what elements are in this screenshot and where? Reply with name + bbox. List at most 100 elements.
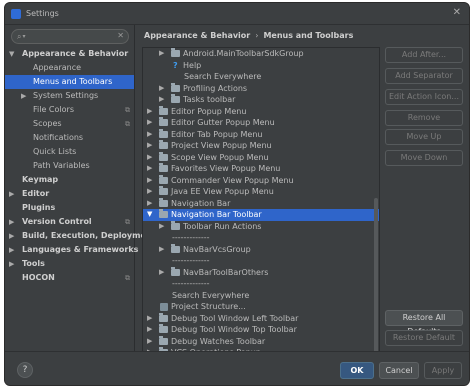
menu-tree-label: NavBarVcsGroup	[183, 244, 251, 254]
move-up-button[interactable]: Move Up	[385, 129, 463, 145]
menu-tree-row-profiling-actions[interactable]: ▶ Profiling Actions	[143, 82, 379, 95]
menu-tree-row-java-ee-view-popup-menu[interactable]: ▶ Java EE View Popup Menu	[143, 186, 379, 198]
breadcrumb-parent[interactable]: Appearance & Behavior	[144, 31, 250, 40]
search-field[interactable]: ⌕ ▾ ✕	[11, 29, 129, 44]
chevron-right-icon[interactable]: ▶	[147, 336, 152, 348]
chevron-right-icon[interactable]: ▶	[147, 140, 152, 152]
menu-tree-row-commander-view-popup-menu[interactable]: ▶ Commander View Popup Menu	[143, 174, 379, 187]
menu-tree-row-debug-tool-window-top-toolbar[interactable]: ▶ Debug Tool Window Top Toolbar	[143, 324, 379, 336]
remove-button[interactable]: Remove	[385, 110, 463, 126]
sidebar-item-label: HOCON	[22, 273, 55, 282]
sidebar-item-label: System Settings	[33, 91, 99, 100]
menu-tree-row-tasks-toolbar[interactable]: ▶ Tasks toolbar	[143, 94, 379, 106]
menu-tree-row-navbartoolbarothers[interactable]: ▶ NavBarToolBarOthers	[143, 266, 379, 279]
menu-tree-row-editor-gutter-popup-menu[interactable]: ▶ Editor Gutter Popup Menu	[143, 117, 379, 129]
menu-tree-row-search-everywhere[interactable]: Search Everywhere	[143, 290, 379, 302]
menu-tree-row-separator[interactable]: -------------	[143, 278, 379, 290]
chevron-right-icon[interactable]: ▶	[159, 48, 164, 60]
folder-icon	[171, 243, 180, 253]
chevron-right-icon[interactable]: ▶	[147, 186, 152, 198]
sidebar-item-label: Version Control	[22, 217, 92, 226]
menu-tree-row-project-structure[interactable]: Project Structure...	[143, 301, 379, 313]
chevron-right-icon[interactable]: ▶	[159, 94, 164, 106]
chevron-right-icon[interactable]: ▶	[147, 106, 152, 118]
menu-tree-row-navbarvcsgroup[interactable]: ▶ NavBarVcsGroup	[143, 243, 379, 256]
sidebar-item-notifications[interactable]: Notifications	[5, 131, 134, 145]
close-icon[interactable]: ✕	[453, 7, 461, 18]
menu-tree-row-scope-view-popup-menu[interactable]: ▶ Scope View Popup Menu	[143, 151, 379, 164]
chevron-right-icon[interactable]: ▶	[21, 89, 26, 103]
menu-tree-row-project-view-popup-menu[interactable]: ▶ Project View Popup Menu	[143, 140, 379, 152]
move-down-button[interactable]: Move Down	[385, 150, 463, 166]
add-after-button[interactable]: Add After...	[385, 47, 463, 63]
sidebar-item-tools[interactable]: ▶ Tools	[5, 257, 134, 271]
sidebar-item-appearance-behavior[interactable]: ▼ Appearance & Behavior	[5, 47, 134, 61]
menu-tree-row-navigation-bar[interactable]: ▶ Navigation Bar	[143, 197, 379, 210]
menu-tree-row-search-everywhere[interactable]: Search Everywhere	[143, 71, 379, 83]
chevron-down-icon[interactable]: ▼	[9, 47, 14, 61]
menu-tree-row-editor-tab-popup-menu[interactable]: ▶ Editor Tab Popup Menu	[143, 128, 379, 141]
chevron-right-icon[interactable]: ▶	[159, 221, 164, 233]
folder-icon	[159, 117, 168, 126]
menu-toolbar-tree[interactable]: ▶ Android.MainToolbarSdkGroup? Help Search …	[142, 47, 380, 369]
chevron-right-icon[interactable]: ▶	[159, 267, 164, 279]
menu-tree-row-separator[interactable]: -------------	[143, 232, 379, 244]
restore-default-button[interactable]: Restore Default	[385, 330, 463, 346]
clear-icon[interactable]: ✕	[117, 31, 124, 40]
chevron-right-icon[interactable]: ▶	[147, 313, 152, 325]
chevron-right-icon[interactable]: ▶	[147, 117, 152, 129]
chevron-right-icon[interactable]: ▶	[147, 152, 152, 164]
menu-tree-row-toolbar-run-actions[interactable]: ▶ Toolbar Run Actions	[143, 220, 379, 233]
restore-all-defaults-button[interactable]: Restore All Defaults	[385, 310, 463, 336]
chevron-right-icon[interactable]: ▶	[147, 198, 152, 210]
menu-tree-row-editor-popup-menu[interactable]: ▶ Editor Popup Menu	[143, 105, 379, 118]
sidebar-item-version-control[interactable]: ▶ Version Control ⧉	[5, 215, 134, 229]
sidebar-item-menus-and-toolbars[interactable]: Menus and Toolbars	[5, 75, 134, 89]
apply-button[interactable]: Apply	[424, 362, 462, 379]
sidebar-item-label: Notifications	[33, 133, 84, 142]
menu-tree-row-navigation-bar-toolbar[interactable]: ▼ Navigation Bar Toolbar	[143, 209, 379, 221]
menu-tree-row-debug-watches-toolbar[interactable]: ▶ Debug Watches Toolbar	[143, 335, 379, 348]
sidebar-item-quick-lists[interactable]: Quick Lists	[5, 145, 134, 159]
sidebar-item-system-settings[interactable]: ▶ System Settings	[5, 89, 134, 103]
breadcrumb: Appearance & Behavior › Menus and Toolbars	[144, 31, 353, 40]
chevron-right-icon[interactable]: ▶	[9, 187, 14, 201]
sidebar-item-plugins[interactable]: Plugins	[5, 201, 134, 215]
menus-toolbars-panel: Appearance & Behavior › Menus and Toolbars…	[136, 25, 469, 369]
sidebar-item-label: Editor	[22, 189, 50, 198]
add-separator-button[interactable]: Add Separator	[385, 68, 463, 84]
edit-action-icon-button[interactable]: Edit Action Icon...	[385, 89, 463, 105]
menu-tree-row-favorites-view-popup-menu[interactable]: ▶ Favorites View Popup Menu	[143, 163, 379, 175]
chevron-right-icon[interactable]: ▶	[9, 229, 14, 243]
chevron-right-icon[interactable]: ▶	[147, 175, 152, 187]
sidebar-item-file-colors[interactable]: File Colors ⧉	[5, 103, 134, 117]
chevron-right-icon[interactable]: ▶	[147, 324, 152, 336]
chevron-down-icon[interactable]: ▼	[147, 209, 152, 221]
chevron-right-icon[interactable]: ▶	[159, 244, 164, 256]
menu-tree-row-help[interactable]: ? Help	[143, 60, 379, 72]
chevron-right-icon[interactable]: ▶	[9, 243, 14, 257]
sidebar-item-keymap[interactable]: Keymap	[5, 173, 134, 187]
search-input[interactable]	[28, 32, 109, 41]
menu-tree-row-debug-tool-window-left-toolbar[interactable]: ▶ Debug Tool Window Left Toolbar	[143, 312, 379, 325]
vertical-scrollbar[interactable]	[374, 198, 378, 368]
chevron-right-icon[interactable]: ▶	[147, 129, 152, 141]
chevron-right-icon[interactable]: ▶	[9, 257, 14, 271]
chevron-right-icon[interactable]: ▶	[159, 83, 164, 95]
chevron-right-icon[interactable]: ▶	[147, 163, 152, 175]
menu-tree-row-separator[interactable]: -------------	[143, 255, 379, 267]
sidebar-item-scopes[interactable]: Scopes ⧉	[5, 117, 134, 131]
menu-tree-label: Toolbar Run Actions	[183, 221, 262, 231]
menu-tree-row-android-maintoolbarsdkgroup[interactable]: ▶ Android.MainToolbarSdkGroup	[143, 48, 379, 60]
sidebar-item-appearance[interactable]: Appearance	[5, 61, 134, 75]
sidebar-item-hocon[interactable]: HOCON ⧉	[5, 271, 134, 285]
sidebar-item-editor[interactable]: ▶ Editor	[5, 187, 134, 201]
help-button[interactable]: ?	[17, 362, 33, 378]
sidebar-item-path-variables[interactable]: Path Variables	[5, 159, 134, 173]
sidebar-item-languages-frameworks[interactable]: ▶ Languages & Frameworks	[5, 243, 138, 257]
ok-button[interactable]: OK	[340, 362, 374, 379]
cancel-button[interactable]: Cancel	[379, 362, 419, 379]
chevron-right-icon[interactable]: ▶	[9, 215, 14, 229]
menu-tree-label: Editor Popup Menu	[171, 106, 247, 116]
sidebar-item-build-execution-deployment[interactable]: ▶ Build, Execution, Deployment	[5, 229, 155, 243]
